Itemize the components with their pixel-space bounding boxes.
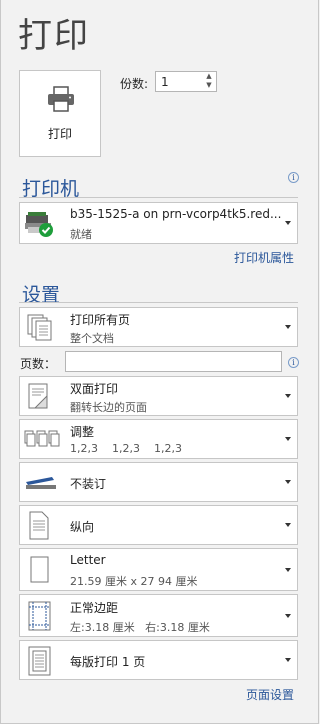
duplex-icon — [28, 383, 48, 409]
printer-divider — [19, 197, 298, 198]
print-range-title: 打印所有页 — [70, 313, 131, 327]
pages-per-sheet-title: 每版打印 1 页 — [70, 655, 146, 669]
chevron-down-icon — [285, 523, 291, 527]
paper-size-dropdown[interactable]: Letter 21.59 厘米 x 27 94 厘米 — [19, 548, 298, 591]
copies-stepper[interactable]: 1 ▲ ▼ — [155, 71, 217, 92]
margins-subtitle: 左:3.18 厘米 右:3.18 厘米 — [70, 621, 210, 634]
print-range-subtitle: 整个文档 — [70, 332, 114, 345]
orientation-dropdown[interactable]: 纵向 — [19, 505, 298, 545]
chevron-down-icon — [285, 325, 291, 329]
page-title: 打印 — [18, 16, 90, 56]
duplex-dropdown[interactable]: 双面打印 翻转长边的页面 — [19, 376, 298, 416]
paper-size-subtitle: 21.59 厘米 x 27 94 厘米 — [70, 575, 198, 588]
staple-dropdown[interactable]: 不装订 — [19, 462, 298, 502]
pages-label: 页数： — [20, 357, 57, 371]
collate-title: 调整 — [70, 425, 95, 439]
chevron-down-icon — [285, 568, 291, 572]
printer-dropdown[interactable]: b35-1525-a on prn-vcorp4tk5.red... 就绪 — [19, 202, 298, 244]
portrait-icon — [29, 511, 49, 540]
chevron-down-icon — [285, 614, 291, 618]
all-pages-icon — [27, 314, 52, 341]
orientation-title: 纵向 — [70, 520, 95, 534]
printer-info-icon[interactable]: i — [288, 172, 299, 183]
staple-icon — [26, 477, 56, 489]
print-range-dropdown[interactable]: 打印所有页 整个文档 — [19, 307, 298, 347]
chevron-down-icon — [285, 480, 291, 484]
chevron-down-icon — [285, 221, 291, 225]
settings-divider — [19, 302, 298, 303]
collate-dropdown[interactable]: 调整 1,2,3 1,2,3 1,2,3 — [19, 419, 298, 459]
chevron-down-icon — [285, 658, 291, 662]
increment-arrow-icon[interactable]: ▲ — [204, 72, 214, 81]
print-button-label: 打印 — [47, 127, 72, 141]
pages-per-sheet-dropdown[interactable]: 每版打印 1 页 — [19, 640, 298, 680]
printer-icon — [48, 86, 74, 112]
collate-icon — [24, 430, 60, 447]
duplex-title: 双面打印 — [70, 382, 119, 396]
chevron-down-icon — [285, 394, 291, 398]
pages-per-sheet-icon — [28, 646, 51, 676]
copies-label: 份数: — [120, 77, 149, 91]
printer-status: 就绪 — [70, 228, 92, 241]
collate-subtitle: 1,2,3 1,2,3 1,2,3 — [70, 442, 182, 455]
duplex-subtitle: 翻转长边的页面 — [70, 401, 147, 414]
paper-size-icon — [30, 556, 49, 583]
decrement-arrow-icon[interactable]: ▼ — [204, 81, 214, 90]
margins-dropdown[interactable]: 正常边距 左:3.18 厘米 右:3.18 厘米 — [19, 594, 298, 637]
margins-title: 正常边距 — [70, 601, 119, 615]
chevron-down-icon — [285, 437, 291, 441]
printer-properties-link[interactable]: 打印机属性 — [234, 249, 294, 266]
pages-input[interactable] — [65, 351, 282, 372]
staple-title: 不装订 — [70, 477, 107, 491]
printer-device-icon — [25, 212, 53, 237]
printer-name: b35-1525-a on prn-vcorp4tk5.red... — [70, 207, 282, 221]
page-setup-link[interactable]: 页面设置 — [246, 686, 294, 703]
paper-size-title: Letter — [70, 553, 106, 567]
pages-info-icon[interactable]: i — [288, 357, 299, 368]
margins-icon — [28, 601, 51, 631]
copies-value: 1 — [161, 75, 169, 89]
print-button[interactable]: 打印 — [19, 70, 101, 157]
